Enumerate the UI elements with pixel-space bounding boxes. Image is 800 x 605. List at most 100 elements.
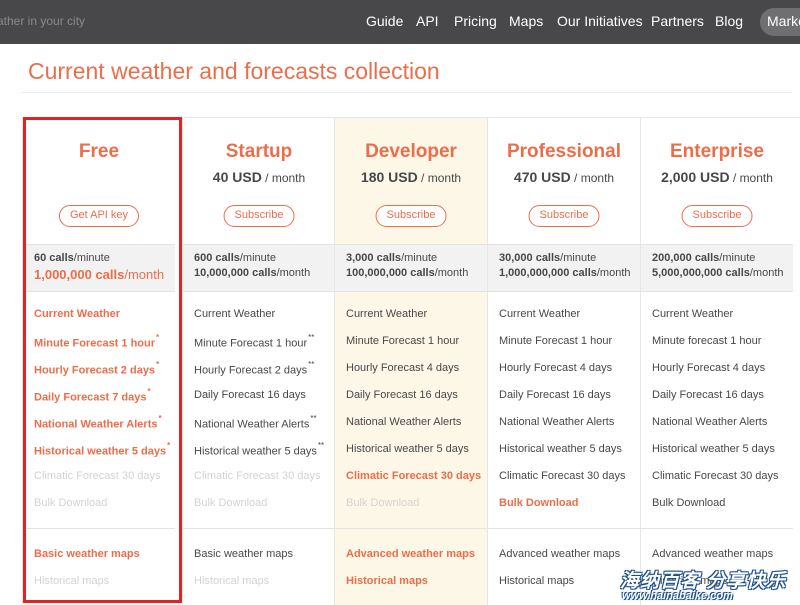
feature-item: National Weather Alerts xyxy=(499,416,639,443)
plan-name: Professional xyxy=(506,141,622,162)
feature-item: Minute Forecast 1 hour xyxy=(346,335,486,362)
feature-footnote-mark: * xyxy=(156,360,160,369)
subscribe-button[interactable]: Subscribe xyxy=(681,205,753,227)
map-feature-item: Basic weather maps xyxy=(34,548,174,575)
plan-price-amount: 470 USD xyxy=(513,169,571,185)
feature-label: Climatic Forecast 30 days xyxy=(652,470,779,482)
plan-features: Current Weather Minute Forecast 1 hour ** H… xyxy=(194,308,334,524)
subscribe-button[interactable]: Subscribe xyxy=(223,205,295,227)
plan-price: 40 USD / month xyxy=(183,169,335,185)
map-feature-label: Advanced weather maps xyxy=(652,548,774,560)
calls-per-minute-value: 200,000 calls xyxy=(652,252,720,264)
watermark-url: www.hainabaike.com xyxy=(622,590,733,602)
plan-header: Developer 180 USD / month Subscribe xyxy=(335,118,487,244)
feature-item: Hourly Forecast 4 days xyxy=(499,362,639,389)
feature-item: Hourly Forecast 2 days** xyxy=(194,360,334,389)
calls-per-month-value: 10,000,000 calls xyxy=(194,267,277,279)
map-feature-label: Historical maps xyxy=(34,575,110,587)
feature-item: Bulk Download xyxy=(652,497,792,524)
plan-name: Developer xyxy=(365,141,457,162)
feature-item: National Weather Alerts** xyxy=(194,414,334,443)
get-api-key-button[interactable]: Get API key xyxy=(58,205,140,227)
feature-item: Climatic Forecast 30 days xyxy=(652,470,792,497)
map-feature-item: Historical maps xyxy=(499,575,639,602)
section-divider xyxy=(23,528,175,529)
section-divider xyxy=(488,528,640,529)
plan-header: Startup 40 USD / month Subscribe xyxy=(183,118,335,244)
section-divider xyxy=(641,528,793,529)
feature-label: National Weather Alerts xyxy=(34,418,158,431)
calls-per-minute-value: 30,000 calls xyxy=(499,252,561,264)
map-feature-label: Historical maps xyxy=(346,575,428,587)
map-feature-label: Basic weather maps xyxy=(194,548,294,560)
top-nav-bar: ather in your city Guide API Pricing Map… xyxy=(0,0,800,44)
plan-header: Free Get API key xyxy=(23,118,175,244)
feature-label: Current Weather xyxy=(346,308,428,320)
nav-item-blog[interactable]: Blog xyxy=(715,13,743,29)
nav-item-partners[interactable]: Partners xyxy=(651,13,704,29)
feature-footnote-mark: * xyxy=(147,387,151,396)
feature-item: Hourly Forecast 4 days xyxy=(652,362,792,389)
feature-label: Hourly Forecast 4 days xyxy=(499,362,613,374)
plan-call-limits: 30,000 calls/minute 1,000,000,000 calls/m… xyxy=(488,244,640,292)
nav-item-guide[interactable]: Guide xyxy=(366,13,403,29)
nav-item-our-initiatives[interactable]: Our Initiatives xyxy=(557,13,643,29)
plan-name: Enterprise xyxy=(670,141,764,162)
feature-item: Climatic Forecast 30 days xyxy=(499,470,639,497)
plan-price: 2,000 USD / month xyxy=(641,169,793,185)
calls-per-minute-unit: /minute xyxy=(239,252,276,264)
feature-label: Climatic Forecast 30 days xyxy=(194,470,321,482)
feature-label: Daily Forecast 7 days xyxy=(34,391,147,404)
page-title: Current weather and forecasts collection xyxy=(28,58,440,84)
feature-item: Hourly Forecast 4 days xyxy=(346,362,486,389)
feature-item: Current Weather xyxy=(194,308,334,335)
calls-per-minute-value: 600 calls xyxy=(194,252,240,264)
calls-per-minute-unit: /minute xyxy=(719,252,756,264)
plan-features: Current Weather Minute Forecast 1 hour* Ho… xyxy=(34,308,174,524)
feature-label: Hourly Forecast 2 days xyxy=(34,364,156,377)
plan-header: Professional 470 USD / month Subscribe xyxy=(488,118,640,244)
feature-item: Daily Forecast 16 days xyxy=(499,389,639,416)
map-feature-item: Advanced weather maps xyxy=(499,548,639,575)
feature-footnote-mark: ** xyxy=(308,360,315,369)
nav-item-marketplace[interactable]: Marke xyxy=(760,8,800,36)
main-nav: Guide API Pricing Maps Our Initiatives P… xyxy=(0,0,800,44)
feature-item: National Weather Alerts xyxy=(346,416,486,443)
subscribe-button[interactable]: Subscribe xyxy=(528,205,600,227)
feature-label: Current Weather xyxy=(34,308,120,320)
nav-item-maps[interactable]: Maps xyxy=(509,13,543,29)
feature-item: Bulk Download xyxy=(346,497,486,524)
feature-label: Minute Forecast 1 hour xyxy=(194,337,308,350)
feature-label: Daily Forecast 16 days xyxy=(194,389,306,401)
calls-per-month-unit: /month xyxy=(276,267,311,279)
section-divider xyxy=(183,528,335,529)
feature-item: Bulk Download xyxy=(34,497,174,524)
feature-label: National Weather Alerts xyxy=(499,416,615,428)
plan-call-limits: 600 calls/minute 10,000,000 calls/month xyxy=(183,244,335,292)
calls-per-month-value: 5,000,000,000 calls xyxy=(652,267,750,279)
feature-label: Bulk Download xyxy=(194,497,268,509)
nav-item-api[interactable]: API xyxy=(416,13,439,29)
feature-label: Hourly Forecast 4 days xyxy=(346,362,460,374)
subscribe-button[interactable]: Subscribe xyxy=(375,205,447,227)
feature-item: National Weather Alerts* xyxy=(34,414,174,443)
feature-label: Daily Forecast 16 days xyxy=(346,389,458,401)
nav-item-pricing[interactable]: Pricing xyxy=(454,13,497,29)
feature-label: Bulk Download xyxy=(34,497,108,509)
feature-item: Climatic Forecast 30 days xyxy=(346,470,486,497)
calls-per-month: 1,000,000,000 calls/month xyxy=(499,267,640,282)
feature-label: Historical weather 5 days xyxy=(652,443,775,455)
plan-price: 180 USD / month xyxy=(335,169,487,185)
calls-per-minute-unit: /minute xyxy=(73,252,110,264)
feature-item: Current Weather xyxy=(34,308,174,335)
plan-map-features: Advanced weather maps Historical maps xyxy=(499,548,639,602)
plan-price-amount: 40 USD xyxy=(212,169,262,185)
feature-item: Hourly Forecast 2 days* xyxy=(34,360,174,389)
feature-item: Minute Forecast 1 hour xyxy=(499,335,639,362)
feature-item: Daily Forecast 16 days xyxy=(346,389,486,416)
calls-per-minute-unit: /minute xyxy=(401,252,438,264)
feature-item: Minute Forecast 1 hour* xyxy=(34,333,174,362)
feature-footnote-mark: * xyxy=(167,441,171,450)
feature-item: Historical weather 5 days* xyxy=(34,441,174,470)
plan-features: Current Weather Minute Forecast 1 hour Hou… xyxy=(499,308,639,524)
